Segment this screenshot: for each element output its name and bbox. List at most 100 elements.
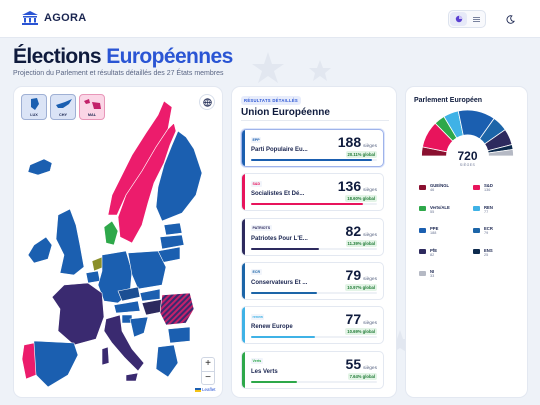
seat-count: 55 <box>345 355 362 372</box>
party-seats: 55 sièges <box>346 356 377 372</box>
seat-count: 79 <box>345 266 362 283</box>
mini-map-label: CHY <box>58 113 68 117</box>
seat-count: 136 <box>337 178 362 195</box>
party-name: Parti Populaire Eu... <box>251 147 308 153</box>
map-attribution[interactable]: Leaflet <box>195 387 216 392</box>
vote-share-bar <box>251 159 377 161</box>
seat-label: sièges <box>363 144 377 149</box>
legend-seat-count: 188 <box>430 231 437 235</box>
group-logo-icon <box>417 269 428 277</box>
map-country-denmark <box>103 220 119 246</box>
mini-maps: LUX CHY MAL <box>21 94 105 120</box>
vote-share-bar <box>251 291 377 294</box>
vote-share-bar-fill <box>251 247 320 250</box>
seat-count: 77 <box>345 311 362 328</box>
map-country-poland <box>127 250 167 290</box>
moon-icon <box>506 14 515 24</box>
legend-item[interactable]: GUE/NGL 46 <box>417 183 469 197</box>
group-logo-icon <box>471 226 482 234</box>
mini-map-malta[interactable]: MAL <box>79 94 105 120</box>
legend-item[interactable]: S&D 136 <box>471 183 523 197</box>
map-country-france <box>51 282 105 346</box>
europe-map-card: LUX CHY MAL + − Leaflet <box>13 86 223 398</box>
page-title-part2: Européennes <box>106 45 233 68</box>
map-country-iceland <box>27 158 53 176</box>
dark-mode-toggle[interactable] <box>503 12 517 26</box>
page-title: Élections Européennes <box>13 45 233 69</box>
ukraine-flag-icon <box>195 387 201 392</box>
party-card[interactable]: Verts Les Verts 55 sièges 7.64% global <box>241 350 384 389</box>
group-logo-icon <box>471 183 482 191</box>
party-logo: EPP <box>251 136 267 143</box>
party-color-stripe <box>242 218 245 255</box>
legend-item[interactable]: PfE 82 <box>417 248 469 262</box>
mini-map-label: MAL <box>87 113 97 117</box>
results-title: Union Européenne <box>241 107 330 118</box>
app-name: AGORA <box>44 12 87 24</box>
group-color-swatch <box>473 227 480 233</box>
view-toggle <box>448 10 486 28</box>
results-card: RÉSULTATS DÉTAILLÉS Union Européenne EPP… <box>231 86 397 398</box>
globe-button[interactable] <box>199 94 215 110</box>
legend-seat-count: 55 <box>430 209 435 214</box>
party-logo-text: EPP <box>251 136 262 143</box>
legend-item[interactable]: NI 33 <box>417 269 469 283</box>
mini-map-luxembourg[interactable]: LUX <box>21 94 47 120</box>
legend-seat-count: 136 <box>484 188 491 192</box>
party-card[interactable]: EPP Parti Populaire Eu... 188 sièges 20.11% … <box>241 129 384 167</box>
party-name: Conservateurs Et ... <box>251 279 308 286</box>
party-logo: ECR <box>251 269 267 276</box>
legend-item[interactable]: ECR 79 <box>471 226 523 240</box>
party-card[interactable]: S&D Socialistes Et Dé... 136 sièges 18.60% g… <box>241 173 384 212</box>
map-country-spain <box>31 340 79 388</box>
party-color-stripe <box>242 351 245 388</box>
party-logo: Verts <box>251 358 267 365</box>
legend-item[interactable]: PPE 188 <box>417 226 469 240</box>
party-name: Les Verts <box>251 368 278 375</box>
list-icon <box>473 16 480 22</box>
party-card[interactable]: ECR Conservateurs Et ... 79 sièges 10.97% gl… <box>241 261 384 300</box>
party-logo: S&D <box>251 180 267 187</box>
legend-seat-count: 46 <box>430 188 435 192</box>
hemicycle-view-button[interactable] <box>450 12 467 26</box>
attribution-text: Leaflet <box>202 387 216 392</box>
legend-seat-count: 82 <box>430 252 435 257</box>
legend-item[interactable]: Verts/ALE 55 <box>417 205 469 219</box>
map-country-slovakia <box>139 288 161 302</box>
brand[interactable]: AGORA <box>22 11 86 25</box>
cyprus-shape-icon <box>56 99 72 108</box>
zoom-in-button[interactable]: + <box>202 358 214 371</box>
group-logo-icon <box>417 183 428 191</box>
list-view-button[interactable] <box>468 11 485 27</box>
map-country-greece <box>155 344 179 378</box>
legend-seat-count: 25 <box>484 252 489 257</box>
party-logo-text: PATRIOTS <box>251 225 272 232</box>
group-color-swatch <box>419 206 426 211</box>
europe-map[interactable] <box>14 87 223 398</box>
party-seats: 136 sièges <box>338 178 377 194</box>
group-logo-icon <box>417 205 428 213</box>
top-bar: AGORA <box>0 0 540 38</box>
group-logo-icon <box>417 248 428 256</box>
zoom-out-button[interactable]: − <box>202 371 214 384</box>
party-name: Patriotes Pour L'E... <box>251 235 308 242</box>
results-badge: RÉSULTATS DÉTAILLÉS <box>241 96 302 105</box>
party-card[interactable]: renew Renew Europe 77 sièges 10.69% global <box>241 306 384 345</box>
party-color-stripe <box>242 307 245 344</box>
party-card[interactable]: PATRIOTS Patriotes Pour L'E... 82 sièges 11.… <box>241 217 384 256</box>
mini-map-cyprus[interactable]: CHY <box>50 94 76 120</box>
vote-share-bar <box>251 380 377 383</box>
seat-label: sièges <box>363 321 377 327</box>
seat-label: sièges <box>363 276 377 282</box>
malta-shape-icon <box>84 99 101 109</box>
total-seats: 720 <box>457 149 478 163</box>
total-seats-label: SIÈGES <box>459 163 476 167</box>
globe-icon <box>202 97 212 107</box>
vote-share-bar-fill <box>251 380 297 383</box>
legend-item[interactable]: ENS 25 <box>471 248 523 262</box>
vote-share-badge: 18.60% global <box>345 195 377 203</box>
party-logo: renew <box>251 313 267 320</box>
legend-item[interactable]: REN 77 <box>471 205 523 219</box>
vote-share-bar-fill <box>251 291 317 294</box>
vote-share-badge: 10.97% global <box>345 283 377 291</box>
